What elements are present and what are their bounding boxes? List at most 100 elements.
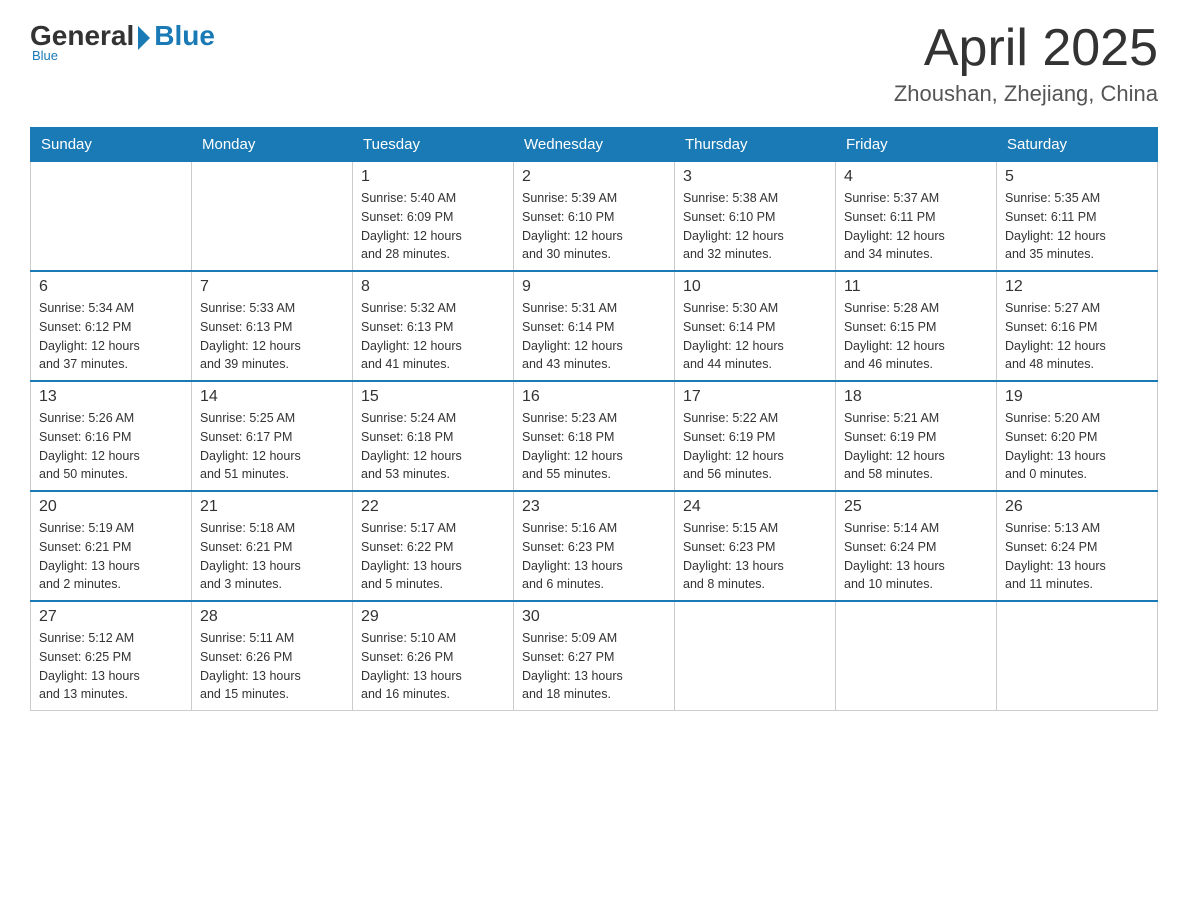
calendar-cell: 23Sunrise: 5:16 AM Sunset: 6:23 PM Dayli…	[514, 491, 675, 601]
day-number: 14	[200, 388, 344, 406]
day-number: 4	[844, 168, 988, 186]
calendar-cell: 9 Sunrise: 5:31 AM Sunset: 6:14 PM Daylig…	[514, 271, 675, 381]
day-number: 26	[1005, 498, 1149, 516]
calendar-cell	[997, 601, 1158, 711]
day-number: 28	[200, 608, 344, 626]
day-info: Sunrise: 5:10 AM Sunset: 6:26 PM Dayligh…	[361, 629, 505, 704]
calendar-cell: 8 Sunrise: 5:32 AM Sunset: 6:13 PM Daylig…	[353, 271, 514, 381]
day-number: 13	[39, 388, 183, 406]
calendar-cell: 2Sunrise: 5:39 AM Sunset: 6:10 PM Daylig…	[514, 162, 675, 272]
day-info: Sunrise: 5:26 AM Sunset: 6:16 PM Dayligh…	[39, 409, 183, 484]
weekday-header-sunday: Sunday	[31, 128, 192, 162]
calendar-cell: 17 Sunrise: 5:22 AM Sunset: 6:19 PM Dayli…	[675, 381, 836, 491]
logo-subtitle: Blue	[32, 48, 58, 63]
calendar-cell: 1 Sunrise: 5:40 AM Sunset: 6:09 PM Daylig…	[353, 162, 514, 272]
day-info: Sunrise: 5:11 AM Sunset: 6:26 PM Dayligh…	[200, 629, 344, 704]
day-number: 21	[200, 498, 344, 516]
weekday-header-wednesday: Wednesday	[514, 128, 675, 162]
day-number: 30	[522, 608, 666, 626]
day-number: 17	[683, 388, 827, 406]
title-section: April 2025 Zhoushan, Zhejiang, China	[894, 20, 1158, 107]
day-info: Sunrise: 5:28 AM Sunset: 6:15 PM Dayligh…	[844, 299, 988, 374]
day-number: 8	[361, 278, 505, 296]
day-info: Sunrise: 5:19 AM Sunset: 6:21 PM Dayligh…	[39, 519, 183, 594]
day-number: 2	[522, 168, 666, 186]
weekday-header-monday: Monday	[192, 128, 353, 162]
calendar-week-row: 27 Sunrise: 5:12 AM Sunset: 6:25 PM Dayli…	[31, 601, 1158, 711]
day-info: Sunrise: 5:23 AM Sunset: 6:18 PM Dayligh…	[522, 409, 666, 484]
calendar-cell: 3Sunrise: 5:38 AM Sunset: 6:10 PM Daylig…	[675, 162, 836, 272]
calendar-cell: 30Sunrise: 5:09 AM Sunset: 6:27 PM Dayli…	[514, 601, 675, 711]
calendar-week-row: 6 Sunrise: 5:34 AM Sunset: 6:12 PM Daylig…	[31, 271, 1158, 381]
calendar-cell: 19 Sunrise: 5:20 AM Sunset: 6:20 PM Dayli…	[997, 381, 1158, 491]
calendar-cell	[836, 601, 997, 711]
calendar-cell: 14 Sunrise: 5:25 AM Sunset: 6:17 PM Dayli…	[192, 381, 353, 491]
calendar-title: April 2025	[894, 20, 1158, 77]
calendar-week-row: 1 Sunrise: 5:40 AM Sunset: 6:09 PM Daylig…	[31, 162, 1158, 272]
calendar-cell: 11Sunrise: 5:28 AM Sunset: 6:15 PM Dayli…	[836, 271, 997, 381]
day-number: 5	[1005, 168, 1149, 186]
calendar-cell: 13 Sunrise: 5:26 AM Sunset: 6:16 PM Dayli…	[31, 381, 192, 491]
day-number: 18	[844, 388, 988, 406]
day-info: Sunrise: 5:35 AM Sunset: 6:11 PM Dayligh…	[1005, 189, 1149, 264]
day-info: Sunrise: 5:25 AM Sunset: 6:17 PM Dayligh…	[200, 409, 344, 484]
calendar-cell: 7 Sunrise: 5:33 AM Sunset: 6:13 PM Daylig…	[192, 271, 353, 381]
day-info: Sunrise: 5:33 AM Sunset: 6:13 PM Dayligh…	[200, 299, 344, 374]
day-number: 6	[39, 278, 183, 296]
day-info: Sunrise: 5:12 AM Sunset: 6:25 PM Dayligh…	[39, 629, 183, 704]
logo-blue-text: Blue	[154, 20, 215, 52]
day-info: Sunrise: 5:30 AM Sunset: 6:14 PM Dayligh…	[683, 299, 827, 374]
calendar-cell: 12 Sunrise: 5:27 AM Sunset: 6:16 PM Dayli…	[997, 271, 1158, 381]
weekday-header-friday: Friday	[836, 128, 997, 162]
day-number: 16	[522, 388, 666, 406]
weekday-header-row: SundayMondayTuesdayWednesdayThursdayFrid…	[31, 128, 1158, 162]
day-info: Sunrise: 5:38 AM Sunset: 6:10 PM Dayligh…	[683, 189, 827, 264]
weekday-header-thursday: Thursday	[675, 128, 836, 162]
day-info: Sunrise: 5:13 AM Sunset: 6:24 PM Dayligh…	[1005, 519, 1149, 594]
page-header: General Blue Blue April 2025 Zhoushan, Z…	[30, 20, 1158, 107]
calendar-cell: 6 Sunrise: 5:34 AM Sunset: 6:12 PM Daylig…	[31, 271, 192, 381]
calendar-cell: 22Sunrise: 5:17 AM Sunset: 6:22 PM Dayli…	[353, 491, 514, 601]
day-number: 27	[39, 608, 183, 626]
day-number: 29	[361, 608, 505, 626]
calendar-cell: 10 Sunrise: 5:30 AM Sunset: 6:14 PM Dayli…	[675, 271, 836, 381]
logo: General Blue Blue	[30, 20, 215, 63]
day-number: 22	[361, 498, 505, 516]
day-number: 19	[1005, 388, 1149, 406]
day-number: 9	[522, 278, 666, 296]
calendar-cell: 27 Sunrise: 5:12 AM Sunset: 6:25 PM Dayli…	[31, 601, 192, 711]
day-info: Sunrise: 5:34 AM Sunset: 6:12 PM Dayligh…	[39, 299, 183, 374]
day-info: Sunrise: 5:31 AM Sunset: 6:14 PM Dayligh…	[522, 299, 666, 374]
day-number: 12	[1005, 278, 1149, 296]
day-info: Sunrise: 5:16 AM Sunset: 6:23 PM Dayligh…	[522, 519, 666, 594]
calendar-cell: 4 Sunrise: 5:37 AM Sunset: 6:11 PM Daylig…	[836, 162, 997, 272]
day-info: Sunrise: 5:14 AM Sunset: 6:24 PM Dayligh…	[844, 519, 988, 594]
calendar-week-row: 13 Sunrise: 5:26 AM Sunset: 6:16 PM Dayli…	[31, 381, 1158, 491]
day-info: Sunrise: 5:32 AM Sunset: 6:13 PM Dayligh…	[361, 299, 505, 374]
calendar-cell: 25Sunrise: 5:14 AM Sunset: 6:24 PM Dayli…	[836, 491, 997, 601]
calendar-week-row: 20 Sunrise: 5:19 AM Sunset: 6:21 PM Dayli…	[31, 491, 1158, 601]
day-number: 20	[39, 498, 183, 516]
calendar-cell: 18Sunrise: 5:21 AM Sunset: 6:19 PM Dayli…	[836, 381, 997, 491]
day-info: Sunrise: 5:37 AM Sunset: 6:11 PM Dayligh…	[844, 189, 988, 264]
calendar-cell	[192, 162, 353, 272]
day-number: 7	[200, 278, 344, 296]
day-info: Sunrise: 5:22 AM Sunset: 6:19 PM Dayligh…	[683, 409, 827, 484]
day-info: Sunrise: 5:40 AM Sunset: 6:09 PM Dayligh…	[361, 189, 505, 264]
day-info: Sunrise: 5:27 AM Sunset: 6:16 PM Dayligh…	[1005, 299, 1149, 374]
day-info: Sunrise: 5:15 AM Sunset: 6:23 PM Dayligh…	[683, 519, 827, 594]
day-info: Sunrise: 5:18 AM Sunset: 6:21 PM Dayligh…	[200, 519, 344, 594]
weekday-header-saturday: Saturday	[997, 128, 1158, 162]
day-info: Sunrise: 5:20 AM Sunset: 6:20 PM Dayligh…	[1005, 409, 1149, 484]
calendar-cell: 28 Sunrise: 5:11 AM Sunset: 6:26 PM Dayli…	[192, 601, 353, 711]
calendar-cell: 5 Sunrise: 5:35 AM Sunset: 6:11 PM Daylig…	[997, 162, 1158, 272]
day-number: 24	[683, 498, 827, 516]
day-number: 1	[361, 168, 505, 186]
day-info: Sunrise: 5:24 AM Sunset: 6:18 PM Dayligh…	[361, 409, 505, 484]
calendar-cell	[675, 601, 836, 711]
calendar-cell	[31, 162, 192, 272]
calendar-cell: 26 Sunrise: 5:13 AM Sunset: 6:24 PM Dayli…	[997, 491, 1158, 601]
day-number: 10	[683, 278, 827, 296]
calendar-cell: 29 Sunrise: 5:10 AM Sunset: 6:26 PM Dayli…	[353, 601, 514, 711]
day-number: 15	[361, 388, 505, 406]
